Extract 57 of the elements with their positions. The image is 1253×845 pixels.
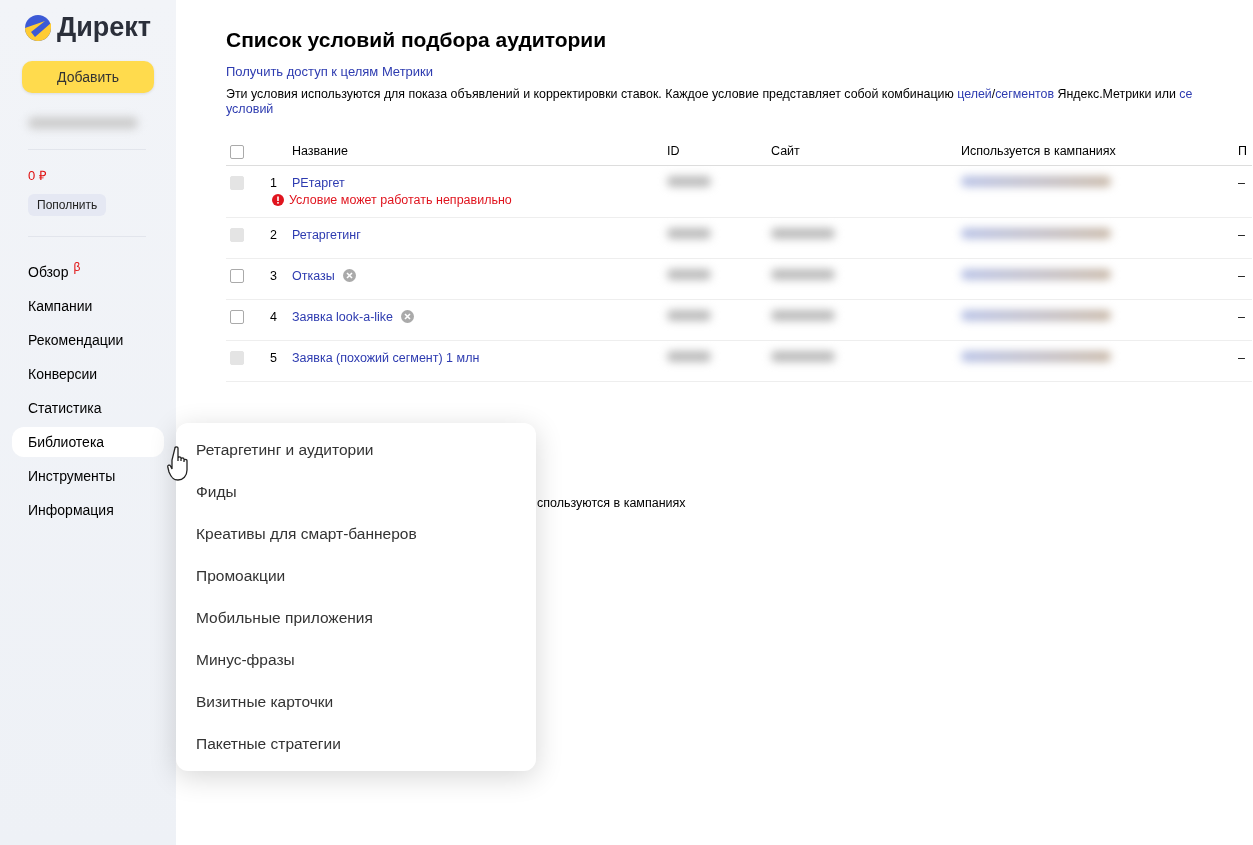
select-all-checkbox[interactable] [230, 144, 244, 159]
table-cell: – [1238, 350, 1245, 365]
blurred-id [667, 175, 711, 187]
blurred-id [667, 309, 711, 321]
blurred-id [667, 350, 711, 362]
row-checkbox[interactable] [230, 269, 244, 284]
logo-icon [25, 14, 51, 41]
warning-text: Условие может работать неправильно [289, 192, 512, 207]
column-header: ID [667, 138, 771, 166]
column-header: П [1238, 138, 1252, 166]
description-link[interactable]: сегментов [995, 87, 1055, 101]
row-number: 3 [270, 268, 277, 283]
description-link[interactable]: се [1179, 87, 1193, 101]
nav-item[interactable]: Конверсии [12, 358, 164, 389]
nav-item[interactable]: Рекомендации [12, 324, 164, 355]
add-button[interactable]: Добавить [22, 61, 154, 93]
blurred-id [667, 227, 711, 239]
table-cell: – [1238, 309, 1245, 324]
menu-item[interactable]: Фиды [176, 471, 536, 513]
menu-item[interactable]: Визитные карточки [176, 681, 536, 723]
nav-item[interactable]: Обзор $^{β}$ [12, 253, 164, 287]
nav-item[interactable]: Информация [12, 494, 164, 525]
blurred-id [667, 268, 711, 280]
row-number: 5 [270, 350, 277, 365]
remove-icon[interactable] [342, 269, 356, 283]
table-cell: – [1238, 175, 1245, 190]
logo-text: Директ [57, 12, 152, 43]
description-link[interactable]: целей [957, 87, 992, 101]
top-up-button[interactable]: Пополнить [28, 194, 107, 216]
row-checkbox[interactable] [230, 310, 244, 325]
page-title: Список условий подбора аудитории [226, 28, 608, 52]
row-number: 4 [270, 309, 277, 324]
condition-link[interactable]: Заявка look-a-like [292, 309, 394, 324]
menu-item[interactable]: Мобильные приложения [176, 597, 536, 639]
column-header: Используется в кампаниях [961, 138, 1238, 166]
nav-item[interactable]: Кампании [12, 290, 164, 321]
description-link[interactable]: условий [226, 102, 274, 116]
note-text: спользуются в кампаниях [537, 496, 686, 510]
nav-item[interactable]: Инструменты [12, 460, 164, 491]
row-number: 2 [270, 227, 277, 242]
metrika-access-link[interactable]: Получить доступ к целям Метрики [226, 64, 434, 79]
menu-item[interactable]: Пакетные стратегии [176, 723, 536, 765]
column-header: Название [292, 138, 667, 166]
row-number: 1 [270, 175, 277, 190]
balance: 0 ₽ [28, 167, 48, 184]
table-cell: – [1238, 227, 1245, 242]
condition-link[interactable]: Отказы [292, 268, 335, 283]
table-cell: – [1238, 268, 1245, 283]
description-text: Эти условия используются для показа объявлений и корректировки ставок. Каждое условие представляет собой комбинацию целей/сегментов Яндекс.Метрики или се [226, 87, 1194, 101]
menu-item[interactable]: Промоакции [176, 555, 536, 597]
nav-item[interactable]: Библиотека [12, 426, 164, 457]
menu-item[interactable]: Минус-фразы [176, 639, 536, 681]
remove-icon[interactable] [401, 310, 415, 324]
menu-item[interactable]: Креативы для смарт-баннеров [176, 513, 536, 555]
error-icon [272, 193, 284, 206]
nav-item[interactable]: Статистика [12, 392, 164, 423]
column-header: Сайт [771, 138, 961, 166]
